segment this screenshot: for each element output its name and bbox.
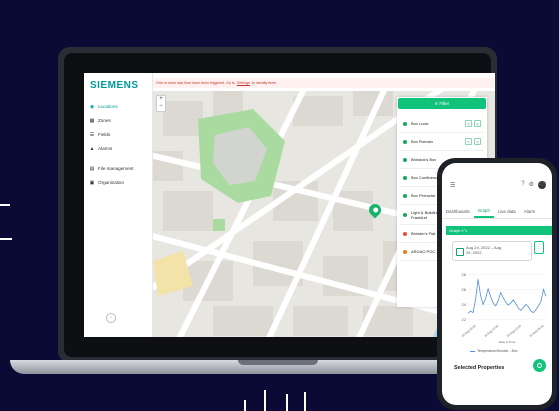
zoom-out-button[interactable]: − [157,103,165,110]
y-tick-label: 22 [462,317,467,322]
sidebar-item-organization[interactable]: ▣ Organization [89,176,151,189]
edit-icon[interactable]: ✎ [465,138,472,145]
mobile-app: ☰ ? ⚙ AS Dashboards Graph Live data Alar… [442,163,552,405]
sidebar-item-label: Zones [98,118,111,123]
x-tick-label: 24 Aug 18:00 [461,323,477,338]
calendar-icon [456,248,464,256]
mobile-tabs: Dashboards Graph Live data Alarm [442,204,552,219]
filter-button-label: Filter [439,101,450,106]
sidebar-item-label: Alarms [98,146,113,151]
sidebar-item-label: Fields [98,132,111,137]
desktop-app: SIEMENS ◉ Locations ▦ Zones ☰ Fields ▲ A… [84,73,495,337]
banner-text: One or more star floor have been trigger… [156,81,235,85]
date-range-line2: 25, 2022 [466,250,482,255]
chart-legend: Temperature/Smoker - Box [470,349,518,353]
phone-frame: ☰ ? ⚙ AS Dashboards Graph Live data Alar… [437,158,557,410]
tab-live-data[interactable]: Live data [494,204,520,218]
bell-icon: ▲ [89,145,95,152]
item-name: Bhindok's Box [411,157,437,162]
decor-line [304,392,306,411]
zones-icon: ▦ [89,117,95,124]
sidebar: SIEMENS ◉ Locations ▦ Zones ☰ Fields ▲ A… [84,73,153,337]
zoom-in-button[interactable]: + [157,96,165,103]
banner-text-end: to identify them. [251,81,278,85]
tab-alarm[interactable]: Alarm [520,204,539,218]
avatar[interactable]: AS [538,181,546,189]
tab-dashboards[interactable]: Dashboards [442,204,474,218]
filter-button[interactable]: ≡ Filter [398,98,486,109]
y-tick-label: 28 [462,272,467,277]
banner-settings-link[interactable]: Settings [237,81,250,85]
status-dot [403,212,407,217]
laptop-notch [238,360,318,365]
list-item[interactable]: Box Lucie ✎ ◎ [400,115,484,133]
x-tick-label: 25 Aug 02:00 [506,323,522,338]
item-name: Box Romain [411,139,433,144]
y-tick-label: 24 [462,302,467,307]
tab-graph[interactable]: Graph [473,204,494,218]
menu-icon[interactable]: ☰ [450,182,455,189]
sidebar-item-alarms[interactable]: ▲ Alarms [89,142,151,155]
sidebar-item-fields[interactable]: ☰ Fields [89,128,151,141]
item-name: Box Confluence [411,175,440,180]
temperature-chart: 28 26 24 2224 Aug 18:00 24 Aug 22:00 25 Aug 0… [461,272,547,344]
siemens-logo: SIEMENS [90,80,139,91]
settings-icon[interactable]: ⚙ [529,181,534,189]
pin-icon: ◉ [89,103,95,110]
sidebar-item-locations[interactable]: ◉ Locations [89,100,151,113]
laptop-frame: SIEMENS ◉ Locations ▦ Zones ☰ Fields ▲ A… [58,47,497,363]
graph-header[interactable]: Graph n°1 [446,226,552,235]
item-name: Box Lucie [411,121,429,126]
decor-line [244,400,246,411]
decor-line [264,390,266,411]
legend-swatch [470,350,475,352]
sidebar-item-label: Locations [98,104,118,109]
alert-banner: One or more star floor have been trigger… [153,78,494,88]
status-dot [403,121,407,126]
sidebar-item-file-management[interactable]: ▤ File management [89,162,151,175]
filter-icon: ≡ [434,101,438,106]
x-axis-label: Date & Time [499,340,516,344]
sidebar-item-label: File management [98,166,134,171]
series-line [467,279,547,314]
help-icon[interactable]: ? [521,181,524,189]
collapse-sidebar-button[interactable]: ‹ [106,313,116,323]
edit-icon[interactable]: ✎ [465,120,472,127]
item-tools: ✎ ◎ [465,120,481,127]
add-property-button[interactable] [533,359,546,372]
decor-line [286,394,288,411]
date-range-picker[interactable]: Aug 24, 2022 – Aug 25, 2022 [452,241,532,261]
y-tick-label: 26 [462,287,467,292]
status-dot [403,157,407,162]
visibility-icon[interactable]: ◎ [474,138,481,145]
item-name: Box Perrache [411,193,436,198]
laptop-bezel: SIEMENS ◉ Locations ▦ Zones ☰ Fields ▲ A… [64,53,495,357]
decor-line [0,204,10,206]
status-dot [403,231,407,236]
sidebar-item-zones[interactable]: ▦ Zones [89,114,151,127]
x-tick-label: 25 Aug 06:00 [529,323,545,338]
visibility-icon[interactable]: ◎ [474,120,481,127]
status-dot [403,193,407,198]
sidebar-nav: ◉ Locations ▦ Zones ☰ Fields ▲ Alarms ▤ … [89,100,151,190]
item-name: Bhinder's Flat [411,231,436,236]
item-tools: ✎ ◎ [465,138,481,145]
decor-line [0,238,12,240]
status-dot [403,175,407,180]
status-dot [403,249,407,254]
status-dot [403,139,407,144]
org-icon: ▣ [89,179,95,186]
fields-icon: ☰ [89,131,95,138]
list-item[interactable]: Box Romain ✎ ◎ [400,133,484,151]
map-zoom-control[interactable]: + − [156,95,166,112]
file-icon: ▤ [89,165,95,172]
x-tick-label: 24 Aug 22:00 [483,323,499,338]
selected-properties-heading: Selected Properties [454,365,505,371]
more-options-button[interactable]: ⋮ [534,241,544,254]
sidebar-item-label: Organization [98,180,125,185]
mobile-header-icons: ? ⚙ AS [521,181,546,189]
legend-label: Temperature/Smoker - Box [477,349,518,353]
